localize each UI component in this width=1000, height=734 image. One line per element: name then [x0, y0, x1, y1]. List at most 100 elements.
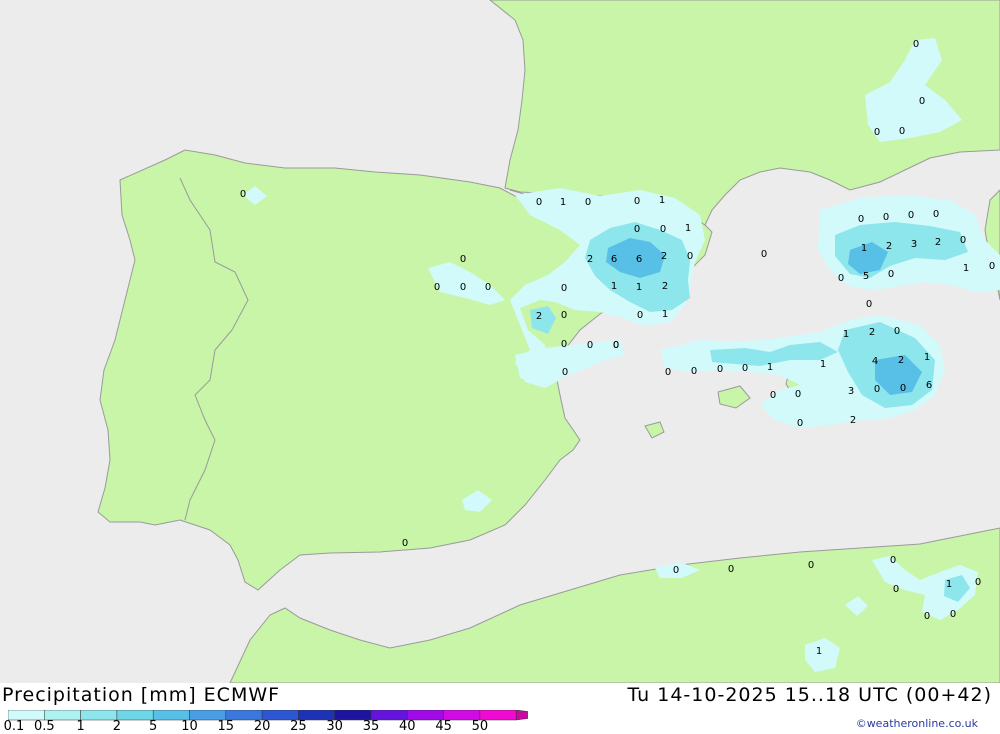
value-label: 0: [975, 577, 981, 588]
value-label: 1: [636, 282, 642, 293]
value-label: 0: [838, 273, 844, 284]
value-label: 0: [874, 127, 880, 138]
value-label: 0: [933, 209, 939, 220]
legend-tick-label: 35: [362, 719, 380, 734]
credit-link[interactable]: ©weatheronline.co.uk: [856, 717, 978, 730]
value-label: 3: [848, 386, 854, 397]
legend-arrow: [515, 709, 555, 721]
value-label: 3: [911, 239, 917, 250]
legend-swatch: [116, 709, 154, 721]
value-label: 0: [562, 367, 568, 378]
value-label: 1: [843, 329, 849, 340]
legend-tick-label: 15: [217, 719, 235, 734]
value-label: 0: [561, 283, 567, 294]
legend-tick-label: 2: [112, 719, 122, 734]
value-label: 0: [460, 282, 466, 293]
value-label: 0: [634, 196, 640, 207]
legend-tick-label: 40: [399, 719, 416, 734]
value-label: 2: [898, 355, 904, 366]
value-label: 0: [728, 564, 734, 575]
value-label: 0: [770, 390, 776, 401]
value-label: 0: [919, 96, 925, 107]
map-title: Precipitation [mm] ECMWF: [2, 684, 281, 706]
value-label: 0: [960, 235, 966, 246]
value-label: 0: [866, 299, 872, 310]
value-label: 2: [850, 415, 856, 426]
value-label: 0: [883, 212, 889, 223]
legend-tick-label: 30: [326, 719, 343, 734]
value-label: 0: [742, 363, 748, 374]
value-label: 2: [886, 241, 892, 252]
value-label: 0: [717, 364, 723, 375]
value-label: 0: [888, 269, 894, 280]
value-label: 0: [673, 565, 679, 576]
legend-swatch: [80, 709, 118, 721]
value-label: 2: [935, 237, 941, 248]
value-label: 1: [659, 195, 665, 206]
value-label: 0: [874, 384, 880, 395]
value-label: 0: [634, 224, 640, 235]
value-label: 0: [913, 39, 919, 50]
value-label: 2: [536, 311, 542, 322]
value-label: 0: [989, 261, 995, 272]
value-label: 0: [402, 538, 408, 549]
value-label: 0: [687, 251, 693, 262]
value-label: 1: [963, 263, 969, 274]
value-label: 0: [240, 189, 246, 200]
value-label: 1: [662, 309, 668, 320]
precipitation-legend: 0.1 0.5 1 2 5 10 15 20 25 30 35 40 45 50: [4, 707, 555, 734]
legend-tick-label: 1: [76, 719, 85, 734]
value-label: 0: [460, 254, 466, 265]
value-label: 0: [950, 609, 956, 620]
value-label: 5: [863, 271, 869, 282]
legend-tick-label: 45: [435, 719, 452, 734]
value-label: 0: [485, 282, 491, 293]
value-label: 1: [946, 579, 952, 590]
value-label: 0: [613, 340, 619, 351]
value-label: 0: [797, 418, 803, 429]
value-label: 0: [795, 389, 801, 400]
legend-tick-label: 10: [181, 719, 198, 734]
legend-tick-label: 5: [149, 719, 158, 734]
value-label: 1: [820, 359, 826, 370]
value-label: 1: [611, 281, 617, 292]
value-label: 1: [861, 243, 867, 254]
value-label: 0: [908, 210, 914, 221]
value-label: 0: [587, 340, 593, 351]
value-label: 0: [890, 555, 896, 566]
value-label: 0: [691, 366, 697, 377]
value-label: 0: [858, 214, 864, 225]
value-label: 0: [536, 197, 542, 208]
legend-tick-label: 0.1: [3, 719, 25, 734]
precipitation-map: 0 0 0 0 0 0 0 1 0 0 1 0 0 1 2 6 6 2 0 0 0 0 0 0 1 1 2 2 0 0 1 0 0 0 0 0 0 0 0 0…: [0, 0, 1000, 683]
legend-tick-label: 20: [253, 719, 271, 734]
value-label: 0: [900, 383, 906, 394]
value-label: 0: [924, 611, 930, 622]
legend-tick-label: 50: [471, 719, 489, 734]
legend-tick-label: 25: [290, 719, 307, 734]
value-label: 6: [636, 254, 642, 265]
value-label: 2: [869, 327, 875, 338]
value-label: 0: [899, 126, 905, 137]
value-label: 0: [561, 310, 567, 321]
value-label: 0: [894, 326, 900, 337]
value-label: 1: [767, 362, 773, 373]
legend-tick-label: 0.5: [33, 719, 55, 734]
value-label: 1: [560, 197, 566, 208]
value-label: 0: [665, 367, 671, 378]
value-label: 0: [561, 339, 567, 350]
footer: Precipitation [mm] ECMWF Tu 14-10-2025 1…: [0, 683, 1000, 734]
forecast-time: Tu 14-10-2025 15..18 UTC (00+42): [627, 684, 992, 706]
value-label: 4: [872, 356, 878, 367]
value-label: 6: [926, 380, 932, 391]
value-label: 1: [685, 223, 691, 234]
value-label: 0: [660, 224, 666, 235]
value-label: 6: [611, 254, 617, 265]
value-label: 0: [637, 310, 643, 321]
value-label: 0: [585, 197, 591, 208]
value-label: 2: [587, 254, 593, 265]
value-label: 0: [434, 282, 440, 293]
value-label: 0: [893, 584, 899, 595]
value-label: 2: [661, 251, 667, 262]
value-label: 0: [808, 560, 814, 571]
